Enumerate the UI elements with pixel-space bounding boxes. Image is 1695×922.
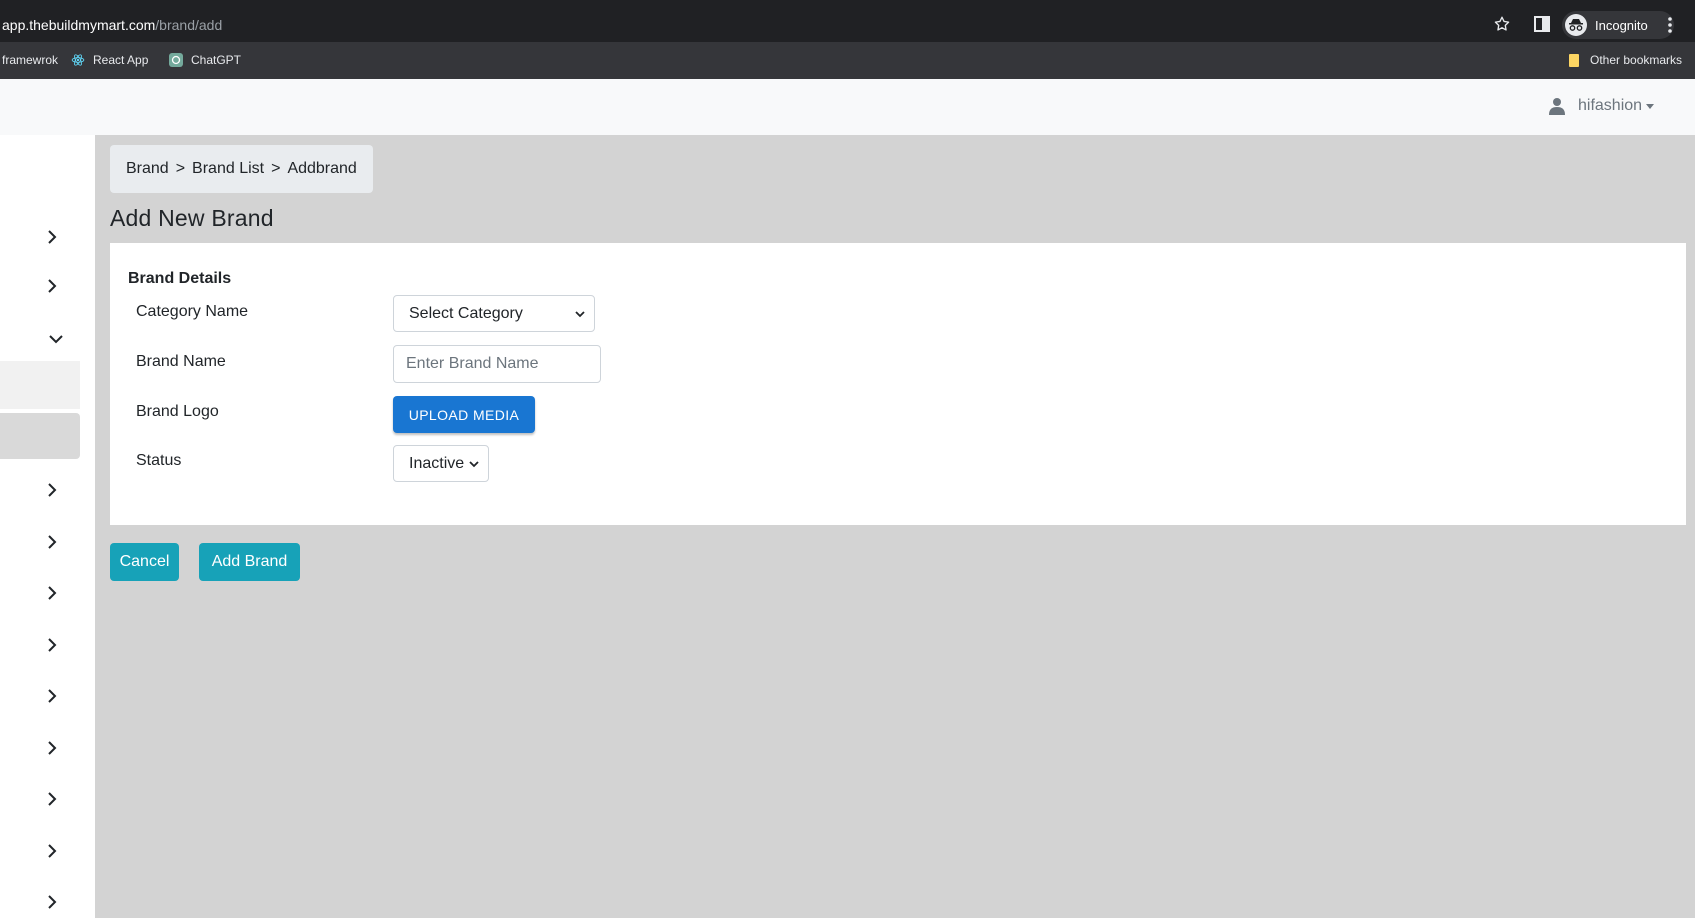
- sidebar: [0, 135, 95, 918]
- cancel-button[interactable]: Cancel: [110, 543, 179, 581]
- category-name-label: Category Name: [136, 303, 249, 320]
- sidebar-item-1[interactable]: [0, 217, 80, 257]
- bookmark-label: React App: [93, 53, 149, 67]
- url-path: /brand/add: [155, 17, 223, 33]
- category-select-value: Select Category: [409, 304, 523, 322]
- folder-icon: [1569, 54, 1579, 67]
- brand-details-card: Brand Details Category Name Select Categ…: [110, 243, 1686, 525]
- sidebar-item-11[interactable]: [0, 831, 80, 871]
- brand-logo-label: Brand Logo: [136, 403, 219, 420]
- react-icon: [71, 54, 85, 66]
- chevron-down-icon: [469, 461, 479, 468]
- brand-name-label: Brand Name: [136, 353, 226, 370]
- bookmark-react-app[interactable]: React App: [71, 53, 148, 67]
- chevron-right-icon: [48, 230, 57, 244]
- bookmark-label: ChatGPT: [191, 53, 242, 67]
- sidebar-item-6[interactable]: [0, 573, 80, 613]
- sidebar-item-9[interactable]: [0, 728, 80, 768]
- add-brand-button[interactable]: Add Brand: [199, 543, 300, 581]
- incognito-icon: [1565, 14, 1587, 36]
- chevron-right-icon: [48, 586, 57, 600]
- sidebar-item-12[interactable]: [0, 882, 80, 922]
- section-title: Brand Details: [128, 270, 232, 287]
- sidebar-item-2[interactable]: [0, 266, 80, 306]
- sidebar-item-4[interactable]: [0, 470, 80, 510]
- url-text[interactable]: app.thebuildmymart.com/brand/add: [2, 17, 222, 33]
- breadcrumb-item-brand-list[interactable]: Brand List: [192, 160, 264, 178]
- sidebar-subitem-active[interactable]: [0, 413, 80, 459]
- sidebar-item-3-expanded[interactable]: [0, 319, 80, 359]
- sidebar-item-7[interactable]: [0, 625, 80, 665]
- chevron-right-icon: [48, 638, 57, 652]
- url-host: app.thebuildmymart.com: [2, 17, 156, 33]
- status-select[interactable]: Inactive: [393, 445, 489, 482]
- chevron-right-icon: [48, 689, 57, 703]
- chevron-down-icon: [575, 311, 585, 318]
- chevron-right-icon: [48, 844, 57, 858]
- category-select[interactable]: Select Category: [393, 295, 595, 332]
- chevron-right-icon: [48, 535, 57, 549]
- breadcrumb-separator: >: [175, 160, 186, 177]
- sidebar-item-8[interactable]: [0, 676, 80, 716]
- bookmarks-bar: framewrok React App ChatGPT Other bookma…: [0, 42, 1695, 79]
- chevron-right-icon: [48, 792, 57, 806]
- status-label: Status: [136, 452, 182, 469]
- chatgpt-icon: [169, 53, 183, 67]
- bookmark-framewrok[interactable]: framewrok: [2, 53, 58, 67]
- other-bookmarks[interactable]: Other bookmarks: [1568, 53, 1682, 67]
- sidebar-item-10[interactable]: [0, 779, 80, 819]
- status-select-value: Inactive: [409, 454, 465, 472]
- bookmark-chatgpt[interactable]: ChatGPT: [169, 53, 241, 67]
- chevron-right-icon: [48, 483, 57, 497]
- breadcrumb-item-addbrand: Addbrand: [287, 160, 357, 177]
- side-panel-icon[interactable]: [1534, 16, 1550, 32]
- browser-top-strip: [0, 0, 1695, 8]
- chevron-right-icon: [48, 895, 57, 909]
- main-content: Brand > Brand List > Addbrand Add New Br…: [95, 135, 1695, 918]
- breadcrumb-item-brand[interactable]: Brand: [126, 160, 169, 178]
- browser-address-bar[interactable]: app.thebuildmymart.com/brand/add Incogni…: [0, 8, 1695, 42]
- browser-menu-icon[interactable]: [1667, 16, 1673, 34]
- brand-name-input[interactable]: [393, 345, 601, 383]
- other-bookmarks-label: Other bookmarks: [1590, 53, 1683, 67]
- page-title: Add New Brand: [110, 205, 274, 231]
- sidebar-subitem[interactable]: [0, 361, 80, 409]
- incognito-profile-button[interactable]: Incognito: [1562, 11, 1674, 39]
- caret-down-icon: [1646, 103, 1655, 109]
- bookmark-star-icon[interactable]: [1493, 15, 1511, 33]
- chevron-down-icon: [49, 335, 63, 344]
- sidebar-item-5[interactable]: [0, 522, 80, 562]
- upload-media-button[interactable]: UPLOAD MEDIA: [393, 396, 535, 433]
- chevron-right-icon: [48, 279, 57, 293]
- username: hifashion: [1578, 97, 1643, 114]
- incognito-label: Incognito: [1595, 17, 1648, 33]
- chevron-right-icon: [48, 741, 57, 755]
- bookmark-label: framewrok: [2, 53, 59, 67]
- breadcrumb: Brand > Brand List > Addbrand: [110, 145, 373, 193]
- user-icon: [1549, 98, 1565, 115]
- breadcrumb-separator: >: [271, 160, 281, 177]
- user-menu-toggle[interactable]: hifashion: [1548, 97, 1655, 115]
- app-header: hifashion: [0, 79, 1695, 136]
